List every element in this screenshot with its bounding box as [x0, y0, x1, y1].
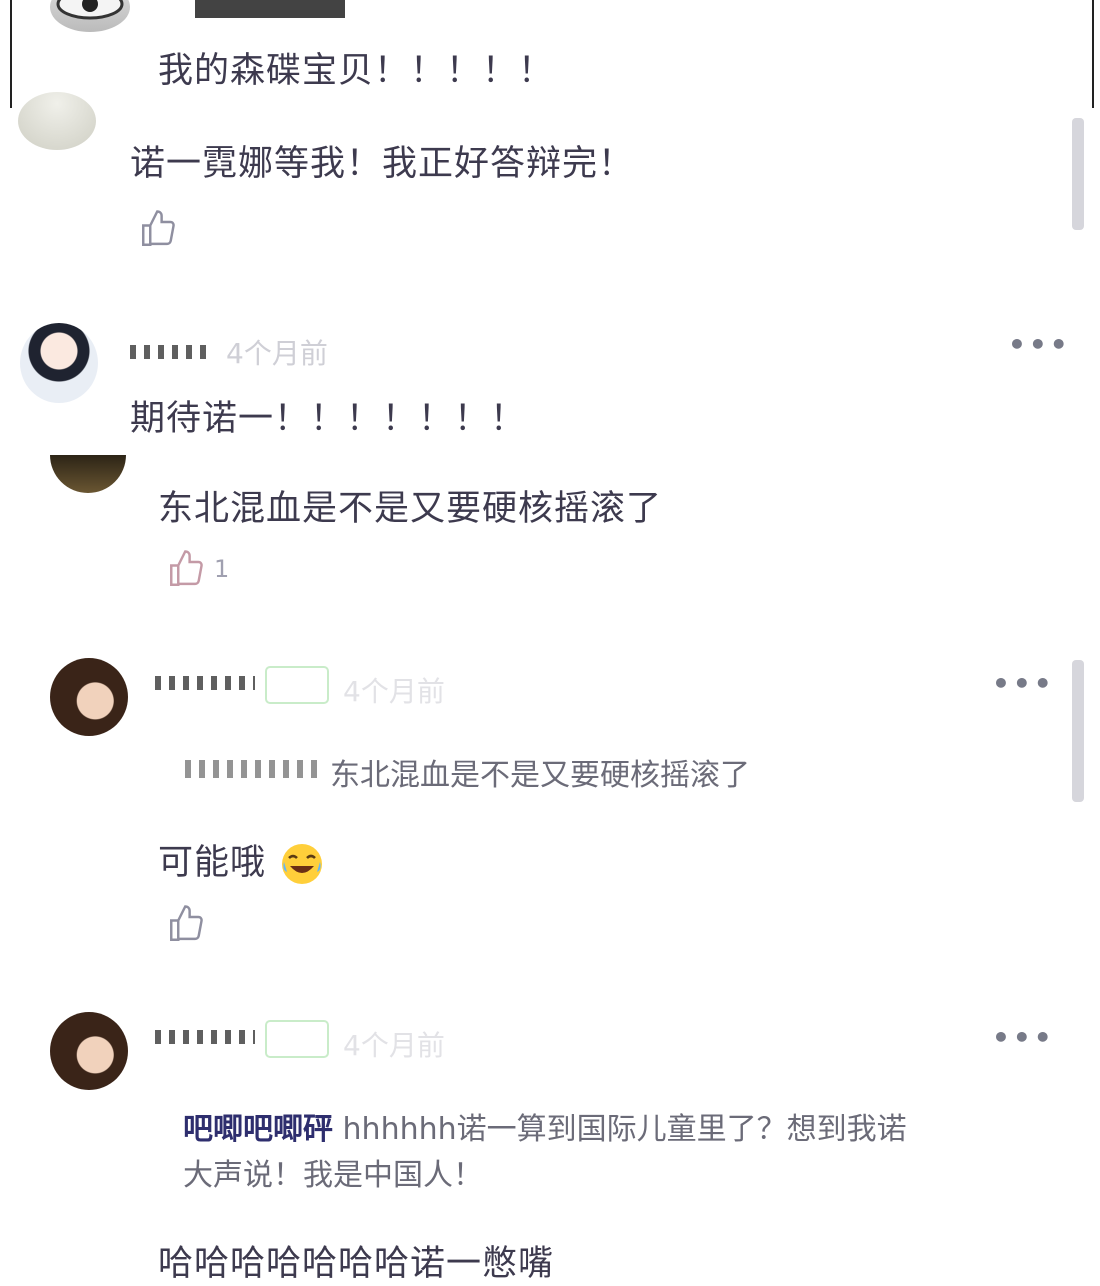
laughing-tears-emoji [282, 844, 323, 884]
like-count: 1 [214, 555, 230, 583]
comment-text: 期待诺一！！！！！！！ [130, 399, 527, 439]
comment-text-content: 可能哦 [158, 843, 267, 883]
quote-text-line1: hhhhhh诺一算到国际儿童里了？想到我诺 [342, 1112, 907, 1147]
comment-username-hidden [130, 345, 210, 359]
quoted-comment: 东北混血是不是又要硬核摇滚了 [330, 758, 750, 793]
comment-text: 哈哈哈哈哈哈哈诺一憋嘴 [158, 1244, 555, 1284]
avatar[interactable] [50, 455, 126, 493]
quote-author[interactable]: 吧唧吧唧砰 [183, 1112, 333, 1147]
avatar[interactable] [20, 323, 98, 403]
comment-time: 4个月前 [226, 337, 328, 370]
user-badge [265, 1020, 329, 1058]
thumbs-up-icon [170, 550, 203, 586]
comment-text: 东北混血是不是又要硬核摇滚了 [158, 489, 663, 529]
like-button[interactable]: 1 [166, 548, 229, 590]
comment-time: 4个月前 [343, 675, 445, 708]
user-badge [265, 666, 329, 704]
comment-text: 诺一霓娜等我！我正好答辩完！ [130, 144, 635, 184]
comment-username-hidden [155, 676, 255, 690]
like-button[interactable] [138, 208, 180, 250]
scrollbar[interactable] [1072, 118, 1084, 230]
comment-text: 我的森碟宝贝！！！！！ [158, 51, 555, 91]
quote-text-line2: 大声说！我是中国人！ [183, 1158, 483, 1193]
thumbs-up-icon [142, 210, 175, 246]
avatar[interactable] [50, 1012, 128, 1090]
like-button[interactable] [166, 903, 208, 945]
thumbs-up-icon [170, 905, 203, 941]
more-dots-icon[interactable]: ••• [992, 667, 1055, 700]
comment-username-hidden [155, 1030, 255, 1044]
quote-author-hidden [185, 760, 320, 778]
more-dots-icon[interactable]: ••• [992, 1021, 1055, 1054]
quoted-comment: 吧唧吧唧砰 hhhhhh诺一算到国际儿童里了？想到我诺 [183, 1104, 907, 1148]
scrollbar[interactable] [1072, 660, 1084, 802]
more-dots-icon[interactable]: ••• [1008, 328, 1071, 361]
comment-text: 可能哦 [158, 834, 326, 888]
comment-time: 4个月前 [343, 1029, 445, 1062]
avatar[interactable] [50, 658, 128, 736]
avatar[interactable] [18, 92, 96, 150]
comment-username-hidden [195, 0, 345, 18]
